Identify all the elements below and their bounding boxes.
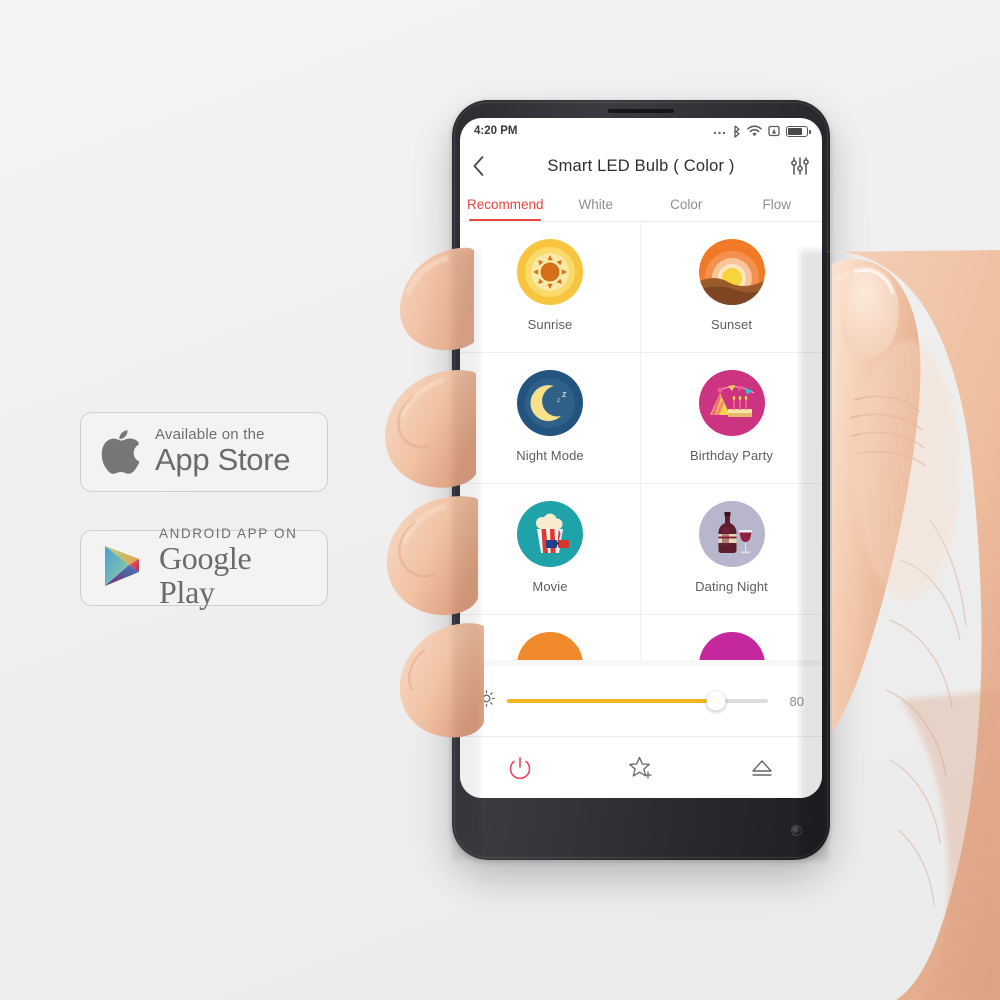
power-button[interactable] (460, 755, 581, 781)
tab-flow[interactable]: Flow (732, 188, 823, 221)
scene-label: Sunset (710, 317, 753, 332)
movie-icon (516, 500, 584, 568)
brightness-value: 80 (789, 693, 804, 709)
dating-night-icon (698, 500, 766, 568)
brightness-sun-icon (478, 690, 495, 712)
svg-text:z: z (557, 398, 560, 404)
birthday-party-icon (698, 369, 766, 437)
partial-orange-icon (516, 631, 584, 660)
scene-label: Sunrise (527, 317, 573, 332)
googleplay-badge-line1: ANDROID APP ON (159, 525, 298, 541)
tab-white[interactable]: White (551, 188, 642, 221)
scene-card-sunset[interactable]: Sunset (641, 222, 822, 353)
sliders-icon (791, 157, 809, 175)
scene-card-partial-left[interactable] (460, 615, 641, 660)
brightness-slider-fill (507, 699, 716, 703)
favorite-button[interactable] (581, 755, 702, 781)
app-header: Smart LED Bulb ( Color ) (460, 144, 822, 188)
battery-icon (786, 125, 811, 137)
google-play-triangle-icon (101, 542, 145, 595)
wifi-icon (747, 125, 762, 137)
power-icon (510, 756, 531, 779)
star-plus-icon (629, 756, 652, 779)
alarm-icon (768, 125, 780, 137)
scene-card-movie[interactable]: Movie (460, 484, 641, 615)
night-mode-icon: z z (516, 369, 584, 437)
brightness-slider[interactable] (507, 691, 768, 711)
googleplay-badge-line2: Google Play (159, 540, 252, 610)
phone-screen: 4:20 PM Smart LED Bulb (Color) Recomme… (460, 118, 822, 798)
scene-card-night-mode[interactable]: z z Night Mode (460, 353, 641, 484)
page-background: Available on the App Store ANDROID APP O… (0, 0, 1000, 1000)
scene-label: Dating Night (695, 579, 768, 594)
back-button[interactable] (472, 155, 502, 177)
apple-logo-icon (101, 426, 141, 479)
svg-text:z: z (562, 389, 567, 399)
front-camera (791, 825, 802, 836)
earpiece-speaker (608, 109, 674, 113)
chevron-left-icon (473, 156, 484, 176)
scene-label: Movie (532, 579, 568, 594)
scene-card-birthday-party[interactable]: Birthday Party (641, 353, 822, 484)
eject-button[interactable] (701, 756, 822, 780)
settings-button[interactable] (780, 156, 810, 176)
googleplay-badge[interactable]: ANDROID APP ON Google Play (80, 525, 328, 610)
sunset-icon (698, 238, 766, 306)
brightness-panel: 80 (460, 660, 822, 736)
tab-recommend[interactable]: Recommend (460, 188, 551, 221)
sunrise-icon (516, 238, 584, 306)
brightness-slider-handle[interactable] (706, 691, 726, 711)
appstore-badge-line2: App Store (155, 442, 291, 478)
more-dots-icon (713, 125, 726, 137)
bottom-toolbar (460, 736, 822, 798)
partial-magenta-icon (698, 631, 766, 660)
scene-card-partial-right[interactable] (641, 615, 822, 660)
scene-grid: Sunrise Sunset z z Night Mode Birthday P… (460, 222, 822, 660)
page-title: Smart LED Bulb ( Color ) (547, 156, 735, 175)
appstore-badge[interactable]: Available on the App Store (80, 412, 328, 492)
smartphone-device: 4:20 PM Smart LED Bulb (Color) Recomme… (452, 100, 830, 860)
appstore-badge-line1: Available on the (155, 426, 265, 444)
thumb-and-palm (826, 250, 1000, 1000)
scene-label: Birthday Party (689, 448, 774, 463)
eject-icon (751, 759, 772, 776)
scene-card-sunrise[interactable]: Sunrise (460, 222, 641, 353)
tab-color[interactable]: Color (641, 188, 732, 221)
status-bar: 4:20 PM (460, 118, 822, 144)
bluetooth-icon (732, 124, 741, 138)
mode-tabs: Recommend White Color Flow (460, 188, 822, 222)
scene-card-dating-night[interactable]: Dating Night (641, 484, 822, 615)
scene-label: Night Mode (516, 448, 584, 463)
status-time: 4:20 PM (474, 125, 518, 137)
